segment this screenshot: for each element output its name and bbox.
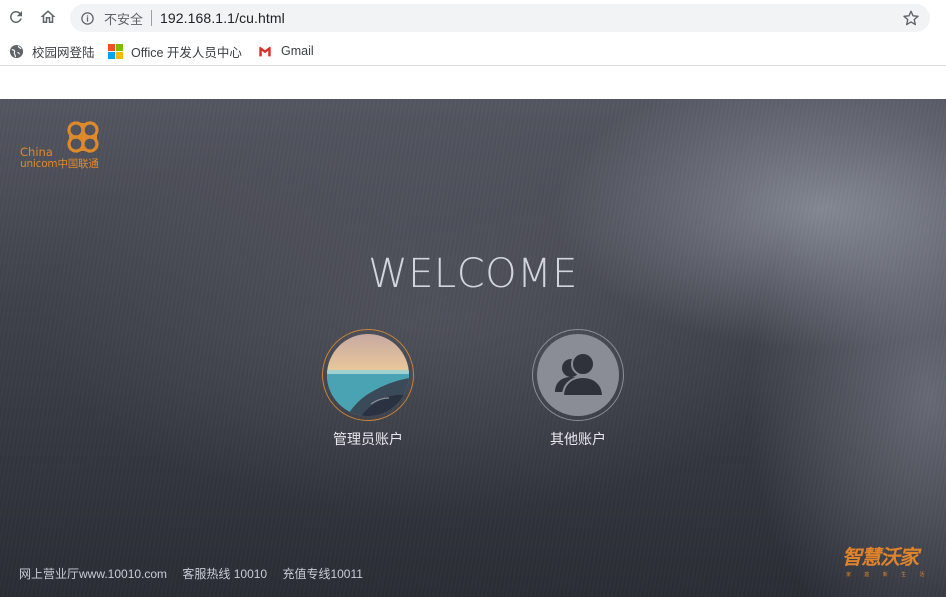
bookmark-campus-login[interactable]: 校园网登陆 <box>8 42 95 60</box>
page-top-margin <box>0 67 946 99</box>
login-page: China unicom中国联通 WELCOME 管理员账户 其他账户 网上营业… <box>0 99 946 597</box>
bookmark-label: Office 开发人员中心 <box>131 45 242 60</box>
china-unicom-logo: China unicom中国联通 <box>18 117 114 170</box>
gmail-icon <box>257 43 273 59</box>
bookmark-gmail[interactable]: Gmail <box>257 42 314 60</box>
bookmarks-bar: 校园网登陆 Office 开发人员中心 Gmail <box>0 36 946 66</box>
landscape-avatar-icon <box>327 334 409 416</box>
bookmark-label: 校园网登陆 <box>32 45 95 60</box>
bookmark-office-dev[interactable]: Office 开发人员中心 <box>107 42 242 60</box>
unicom-knot-icon <box>67 121 99 153</box>
url-text[interactable]: 192.168.1.1/cu.html <box>160 10 285 26</box>
footer-recharge: 充值专线10011 <box>282 567 363 581</box>
home-icon[interactable] <box>37 6 59 28</box>
other-account-label: 其他账户 <box>550 431 606 447</box>
omnibox-separator <box>151 10 153 26</box>
smart-home-brand-logo: 智慧沃家 家 庭 新 生 活 <box>842 541 934 583</box>
star-icon[interactable] <box>902 9 920 27</box>
admin-account-label: 管理员账户 <box>333 431 403 447</box>
users-avatar-icon <box>537 334 619 416</box>
globe-icon <box>8 43 24 59</box>
other-avatar-ring <box>532 329 624 421</box>
admin-account-button[interactable]: 管理员账户 <box>298 329 438 449</box>
logo-text-china: China <box>20 145 53 159</box>
admin-avatar-ring <box>322 329 414 421</box>
brand-title: 智慧沃家 <box>842 545 919 569</box>
browser-toolbar: 不安全 192.168.1.1/cu.html <box>0 0 946 36</box>
bookmark-label: Gmail <box>281 44 314 58</box>
other-account-button[interactable]: 其他账户 <box>508 329 648 449</box>
microsoft-icon <box>107 43 123 59</box>
footer-info: 网上营业厅www.10010.com 客服热线 10010 充值专线10011 <box>19 565 375 582</box>
brand-subtitle: 家 庭 新 生 活 <box>846 572 931 578</box>
footer-site-link[interactable]: 网上营业厅www.10010.com <box>19 567 167 581</box>
logo-text-unicom: unicom中国联通 <box>20 158 99 170</box>
footer-hotline: 客服热线 10010 <box>182 567 268 581</box>
info-icon[interactable] <box>80 10 96 26</box>
welcome-heading: WELCOME <box>368 251 578 297</box>
address-bar[interactable]: 不安全 192.168.1.1/cu.html <box>70 4 930 32</box>
security-label: 不安全 <box>104 11 144 27</box>
reload-icon[interactable] <box>5 6 27 28</box>
